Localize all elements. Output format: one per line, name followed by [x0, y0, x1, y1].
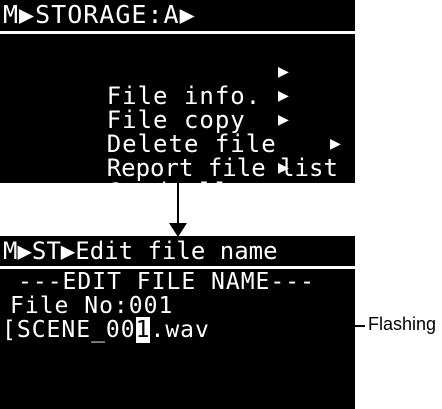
menu-item-delete-file[interactable]: Delete file ▶ [0, 108, 355, 156]
submenu-arrow-icon: ▶ [278, 61, 290, 82]
edit-header: ---EDIT FILE NAME--- [18, 269, 315, 295]
menu-item-file-info[interactable]: File info. ▶ [0, 60, 355, 108]
menu-item-label: Card all erase [106, 178, 323, 206]
down-arrow-connector-icon [169, 183, 187, 237]
filename-prefix: [SCENE_00 [2, 317, 136, 343]
callout-label: Flashing [368, 314, 437, 334]
edit-content: ---EDIT FILE NAME--- File No:001 [SCENE_… [0, 269, 355, 343]
storage-menu: ▼ Edit file name ▶ File info. ▶ File copy… [0, 36, 355, 204]
file-number-value: 001 [128, 293, 174, 319]
edit-file-name-screen: M▶ST▶Edit file name ---EDIT FILE NAME---… [0, 236, 355, 409]
submenu-arrow-icon: ▶ [330, 133, 342, 154]
screen-title: M▶ST▶Edit file name [3, 237, 278, 265]
submenu-arrow-icon: ▶ [278, 85, 290, 106]
file-number-row: File No:001 [0, 294, 355, 318]
flashing-cursor-char[interactable]: 1 [135, 317, 151, 343]
file-number-label: File No: [10, 293, 129, 319]
submenu-arrow-icon: ▶ [278, 109, 290, 130]
storage-menu-screen: M▶STORAGE:A▶ ▼ Edit file name ▶ File info… [0, 0, 355, 204]
submenu-arrow-icon: ▶ [278, 37, 290, 58]
screen-title: M▶STORAGE:A▶ [3, 0, 196, 29]
filename-suffix: .wav [150, 317, 210, 343]
submenu-arrow-icon: ▶ [278, 157, 290, 178]
filename-field[interactable]: [SCENE_001.wav [0, 317, 355, 343]
cursor-down-triangle-icon: ▼ [2, 40, 12, 56]
menu-item-edit-file-name[interactable]: ▼ Edit file name ▶ [0, 36, 355, 84]
menu-item-file-copy[interactable]: File copy ▶ [0, 84, 355, 132]
menu-item-card-all-erase[interactable]: Card all erase ▶ [0, 156, 355, 204]
menu-item-report-file-list[interactable]: Report file list ▶ [0, 132, 355, 180]
title-divider [0, 31, 355, 34]
callout-leader-line [240, 325, 365, 327]
